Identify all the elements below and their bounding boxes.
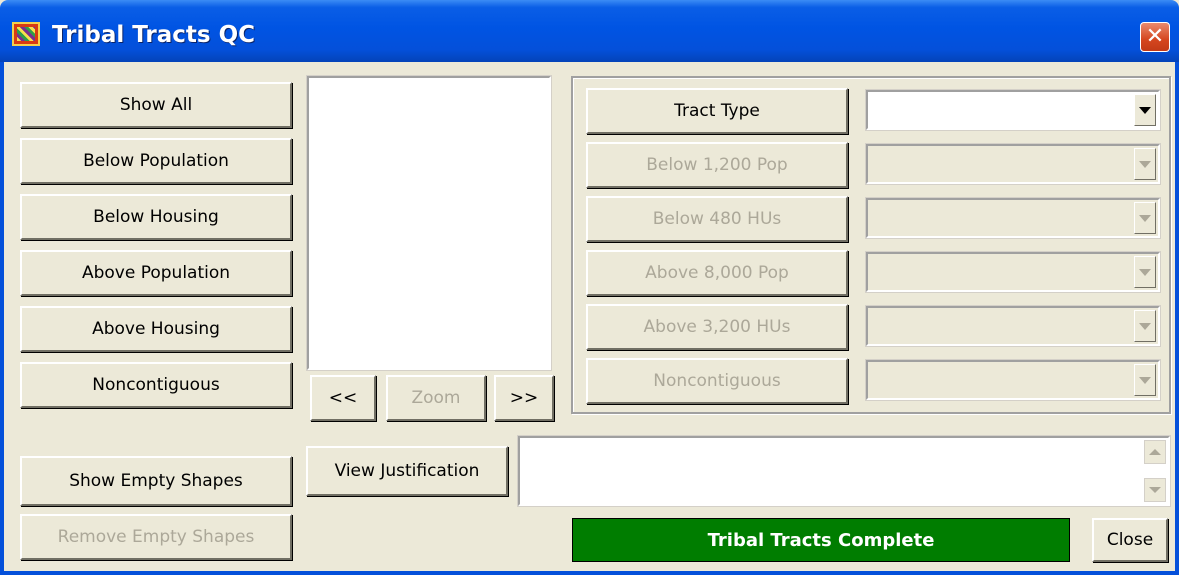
- below-hus-button: Below 480 HUs: [586, 196, 848, 242]
- window-title: Tribal Tracts QC: [52, 22, 256, 48]
- scroll-down-icon: [1144, 478, 1166, 502]
- noncontiguous-select: [865, 359, 1161, 401]
- tract-type-select[interactable]: [865, 89, 1161, 131]
- above-hus-select: [865, 305, 1161, 347]
- above-housing-button[interactable]: Above Housing: [20, 306, 292, 352]
- noncontiguous-tract-button: Noncontiguous: [586, 358, 848, 404]
- tribal-tracts-complete-button[interactable]: Tribal Tracts Complete: [572, 518, 1070, 562]
- above-hus-button: Above 3,200 HUs: [586, 304, 848, 350]
- view-justification-button[interactable]: View Justification: [306, 446, 508, 496]
- previous-button[interactable]: <<: [310, 375, 376, 421]
- show-empty-shapes-button[interactable]: Show Empty Shapes: [20, 456, 292, 506]
- zoom-button: Zoom: [386, 375, 486, 421]
- below-pop-button: Below 1,200 Pop: [586, 142, 848, 188]
- noncontiguous-button[interactable]: Noncontiguous: [20, 362, 292, 408]
- close-button[interactable]: Close: [1092, 518, 1168, 562]
- title-bar[interactable]: Tribal Tracts QC ✕: [0, 0, 1179, 62]
- dropdown-arrow-icon: [1134, 256, 1156, 288]
- below-housing-button[interactable]: Below Housing: [20, 194, 292, 240]
- dropdown-arrow-icon: [1134, 364, 1156, 396]
- below-population-button[interactable]: Below Population: [20, 138, 292, 184]
- below-hus-select: [865, 197, 1161, 239]
- tract-list[interactable]: [306, 75, 552, 371]
- app-icon: [12, 22, 40, 46]
- dropdown-arrow-icon: [1134, 202, 1156, 234]
- dropdown-arrow-icon: [1134, 310, 1156, 342]
- dropdown-arrow-icon: [1134, 148, 1156, 180]
- justification-textbox[interactable]: [517, 435, 1171, 507]
- above-pop-select: [865, 251, 1161, 293]
- frame-left: [0, 62, 4, 575]
- above-population-button[interactable]: Above Population: [20, 250, 292, 296]
- below-pop-select: [865, 143, 1161, 185]
- next-button[interactable]: >>: [494, 375, 554, 421]
- frame-bottom: [0, 571, 1179, 575]
- show-all-button[interactable]: Show All: [20, 82, 292, 128]
- dialog-window: Tribal Tracts QC ✕ Show All Below Popula…: [0, 0, 1179, 575]
- scroll-up-icon: [1144, 440, 1166, 464]
- tract-type-button[interactable]: Tract Type: [586, 88, 848, 134]
- dropdown-arrow-icon[interactable]: [1134, 94, 1156, 126]
- above-pop-button: Above 8,000 Pop: [586, 250, 848, 296]
- close-icon[interactable]: ✕: [1140, 22, 1170, 52]
- frame-right: [1175, 62, 1179, 575]
- remove-empty-shapes-button: Remove Empty Shapes: [20, 514, 292, 560]
